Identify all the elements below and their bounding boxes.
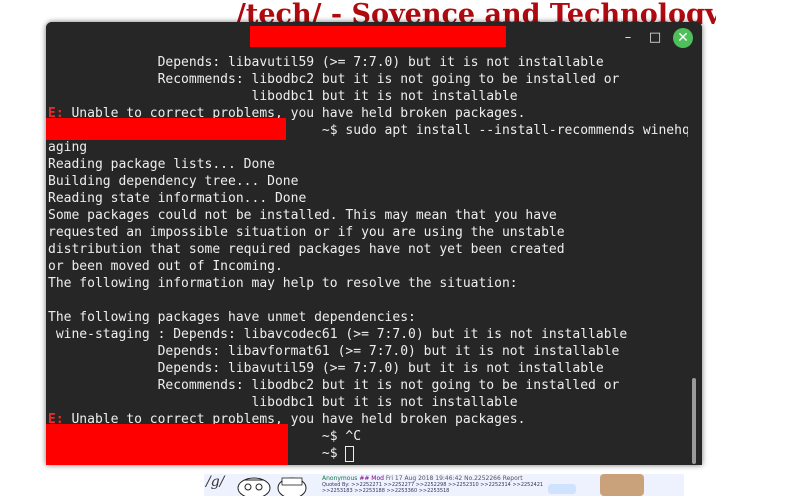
- minimize-button[interactable]: –: [618, 28, 638, 48]
- terminal-output[interactable]: Depends: libavutil59 (>= 7:7.0) but it i…: [48, 54, 688, 465]
- terminal-line: distribution that some required packages…: [48, 241, 688, 258]
- terminal-line: libodbc1 but it is not installable: [48, 88, 688, 105]
- terminal-line-text: or been moved out of Incoming.: [48, 259, 283, 274]
- terminal-scrollbar[interactable]: [690, 54, 698, 465]
- board-logo[interactable]: /g/: [206, 474, 234, 496]
- terminal-line: Reading state information... Done: [48, 190, 688, 207]
- prompt-redaction-1: [46, 118, 286, 140]
- title-redaction: [250, 26, 506, 47]
- terminal-line: libodbc1 but it is not installable: [48, 394, 688, 411]
- prompt-redaction-2: [46, 424, 288, 465]
- terminal-line-text: Building dependency tree... Done: [48, 174, 299, 189]
- terminal-line-text: The following packages have unmet depend…: [48, 310, 416, 325]
- terminal-line: Depends: libavutil59 (>= 7:7.0) but it i…: [48, 54, 688, 71]
- quoted-by: Quoted By: >>2252271 >>2252277 >>2252298…: [322, 482, 562, 494]
- terminal-line: Depends: libavformat61 (>= 7:7.0) but it…: [48, 343, 688, 360]
- terminal-line: requested an impossible situation or if …: [48, 224, 688, 241]
- terminal-line: wine-staging : Depends: libavcodec61 (>=…: [48, 326, 688, 343]
- text-cursor: [345, 446, 355, 462]
- terminal-line-text: Recommends: libodbc2 but it is not going…: [48, 72, 620, 87]
- post-header: Anonymous ## Mod Fri 17 Aug 2018 19:46:4…: [322, 475, 622, 482]
- board-title: /tech/ - Soyence and Technology: [236, 0, 716, 24]
- terminal-line-text: Depends: libavutil59 (>= 7:7.0) but it i…: [48, 361, 604, 376]
- post-role: ## Mod: [359, 475, 384, 482]
- terminal-line-text: Reading state information... Done: [48, 191, 307, 206]
- terminal-line: aging: [48, 139, 688, 156]
- scrollbar-thumb[interactable]: [692, 378, 696, 464]
- post-avatar-image: [600, 474, 644, 496]
- terminal-line-text: Some packages could not be installed. Th…: [48, 208, 557, 223]
- maximize-button[interactable]: □: [645, 28, 665, 48]
- terminal-line: The following packages have unmet depend…: [48, 309, 688, 326]
- terminal-line: The following information may help to re…: [48, 275, 688, 292]
- terminal-titlebar[interactable]: – □ ✕: [46, 22, 702, 54]
- terminal-line-text: wine-staging : Depends: libavcodec61 (>=…: [48, 327, 628, 342]
- board-post-strip: /g/ Anonymous ## Mod Fri 17 Aug 2018 19:…: [204, 474, 684, 496]
- post-image-thumb[interactable]: [548, 484, 576, 494]
- terminal-line-text: aging: [48, 140, 88, 155]
- terminal-line: Building dependency tree... Done: [48, 173, 688, 190]
- quoted-by-line-2[interactable]: >>2253183 >>2253188 >>2253360 >>2253518: [322, 488, 562, 494]
- terminal-line: Recommends: libodbc2 but it is not going…: [48, 71, 688, 88]
- terminal-line: Recommends: libodbc2 but it is not going…: [48, 377, 688, 394]
- wojak-doodle-image: [237, 477, 307, 496]
- report-link[interactable]: Report: [503, 475, 523, 482]
- terminal-line-text: The following information may help to re…: [48, 276, 518, 291]
- terminal-line-text: Reading package lists... Done: [48, 157, 275, 172]
- terminal-line: Reading package lists... Done: [48, 156, 688, 173]
- post-date: Fri 17 Aug 2018 19:46:42 No.2252266: [385, 475, 501, 482]
- terminal-line: or been moved out of Incoming.: [48, 258, 688, 275]
- terminal-line-text: requested an impossible situation or if …: [48, 225, 565, 240]
- terminal-line-text: Recommends: libodbc2 but it is not going…: [48, 378, 620, 393]
- terminal-line-text: libodbc1 but it is not installable: [48, 395, 518, 410]
- terminal-line-text: libodbc1 but it is not installable: [48, 89, 518, 104]
- terminal-line: Some packages could not be installed. Th…: [48, 207, 688, 224]
- post-name: Anonymous: [322, 475, 358, 482]
- terminal-line-text: Depends: libavutil59 (>= 7:7.0) but it i…: [48, 55, 604, 70]
- terminal-line: Depends: libavutil59 (>= 7:7.0) but it i…: [48, 360, 688, 377]
- terminal-line-text: Depends: libavformat61 (>= 7:7.0) but it…: [48, 344, 620, 359]
- close-button[interactable]: ✕: [673, 28, 693, 48]
- terminal-line-text: distribution that some required packages…: [48, 242, 565, 257]
- terminal-window: – □ ✕ Depends: libavutil59 (>= 7:7.0) bu…: [46, 22, 702, 465]
